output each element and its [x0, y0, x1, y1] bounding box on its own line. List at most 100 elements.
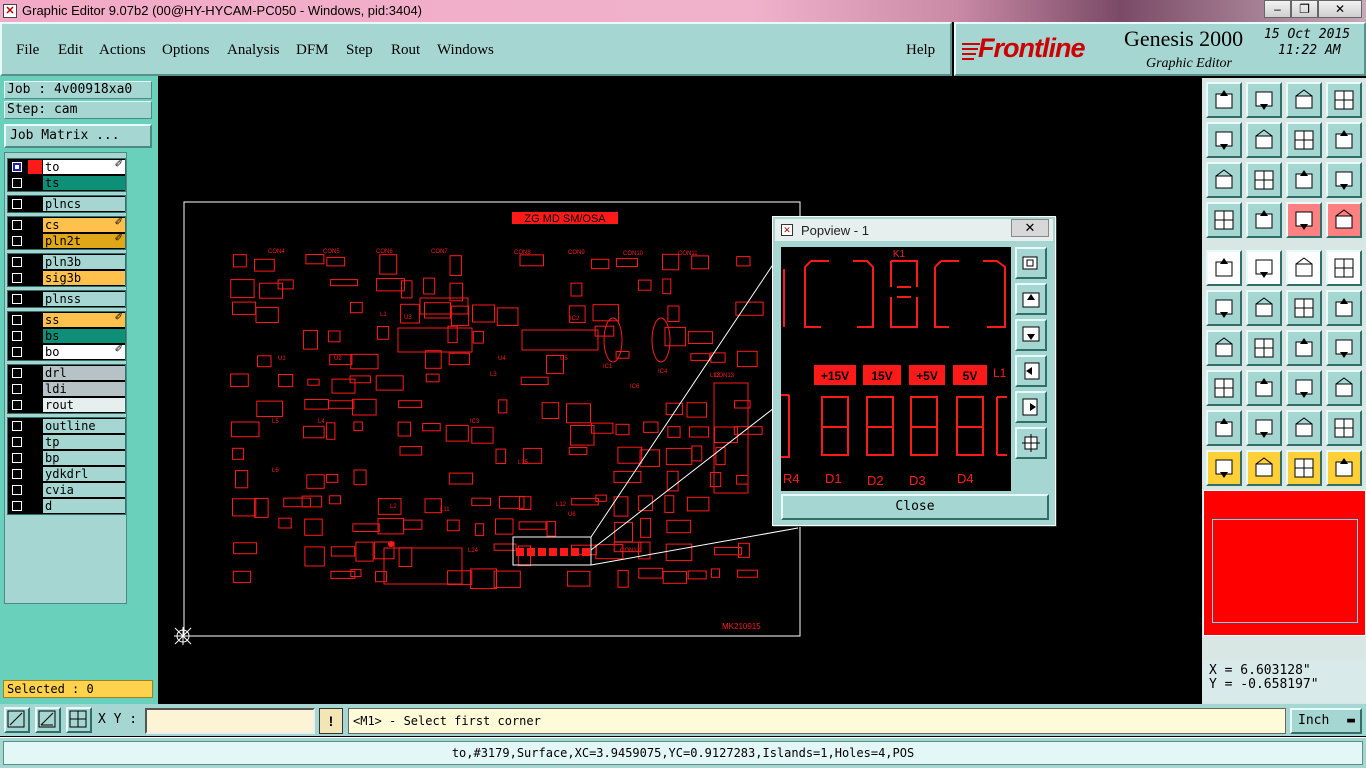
angle-mode-button[interactable]	[35, 707, 61, 733]
layer-checkbox[interactable]	[12, 485, 22, 495]
probe-button[interactable]	[1246, 202, 1282, 238]
layer-name[interactable]: ss	[43, 313, 125, 327]
menu-windows[interactable]: Windows	[437, 42, 494, 59]
a-button[interactable]	[1286, 410, 1322, 446]
layer-row-sig3b[interactable]: sig3b	[8, 270, 126, 286]
menu-analysis[interactable]: Analysis	[227, 42, 280, 59]
popview-titlebar[interactable]: ✕ Popview - 1 ✕	[775, 219, 1053, 241]
layer-checkbox[interactable]	[12, 257, 22, 267]
layer-name[interactable]: cvia	[43, 483, 125, 497]
layer-name[interactable]: ldi	[43, 382, 125, 396]
layer-name[interactable]: drl	[43, 366, 125, 380]
snap-mode-button[interactable]	[4, 707, 30, 733]
layer-name[interactable]: bs	[43, 329, 125, 343]
ruler-button[interactable]	[1286, 250, 1322, 286]
layer-name[interactable]: sig3b	[43, 271, 125, 285]
layer-name[interactable]: outline	[43, 419, 125, 433]
popview-pan-right-button[interactable]	[1015, 391, 1047, 423]
menu-step[interactable]: Step	[346, 42, 373, 59]
layer-checkbox[interactable]	[12, 501, 22, 511]
layer-name[interactable]: plncs	[43, 197, 125, 211]
group-button[interactable]	[1326, 370, 1362, 406]
layer-row-bo[interactable]: bo ✐	[8, 344, 126, 360]
layer-name[interactable]: pln2t	[43, 234, 125, 248]
layer-row-ydkdrl[interactable]: ydkdrl	[8, 466, 126, 482]
layer-row-outline[interactable]: outline	[8, 418, 126, 434]
connect-button[interactable]	[1206, 290, 1242, 326]
job-matrix-button[interactable]: Job Matrix ...	[4, 124, 152, 148]
redo-zoom-button[interactable]	[1326, 122, 1362, 158]
select2-button[interactable]	[1246, 450, 1282, 486]
popview-pan-up-button[interactable]	[1015, 283, 1047, 315]
a-cross-button[interactable]	[1326, 410, 1362, 446]
maximize-button[interactable]: ❐	[1291, 0, 1318, 18]
layer-name[interactable]: plnss	[43, 292, 125, 306]
layer-checkbox[interactable]	[12, 453, 22, 463]
layer-row-rout[interactable]: rout	[8, 397, 126, 413]
menu-help[interactable]: Help	[906, 42, 935, 59]
line-button[interactable]	[1206, 330, 1242, 366]
layer-checkbox[interactable]	[12, 162, 22, 172]
layer-row-tp[interactable]: tp	[8, 434, 126, 450]
camera-button[interactable]	[1206, 250, 1242, 286]
zoom-fit-button[interactable]	[1206, 162, 1242, 198]
undo-zoom-button[interactable]	[1286, 122, 1322, 158]
popview-viewport[interactable]: +15V 15V +5V 5V K1 L1 R4 D1 D2 D3 D4	[781, 247, 1011, 491]
layer-checkbox[interactable]	[12, 294, 22, 304]
fit-button[interactable]	[1206, 82, 1242, 118]
layer-row-bs[interactable]: bs	[8, 328, 126, 344]
exclamation-button[interactable]: !	[319, 708, 343, 734]
layer-name[interactable]: tp	[43, 435, 125, 449]
scale-1-2-button[interactable]	[1286, 162, 1322, 198]
layer-checkbox[interactable]	[12, 236, 22, 246]
popview-close-x-button[interactable]: ✕	[1011, 219, 1049, 237]
menu-options[interactable]: Options	[162, 42, 210, 59]
dot-button[interactable]	[1326, 250, 1362, 286]
menu-dfm[interactable]: DFM	[296, 42, 329, 59]
menu-rout[interactable]: Rout	[391, 42, 420, 59]
layer-row-ss[interactable]: ss ✐	[8, 312, 126, 328]
layer-checkbox[interactable]	[12, 178, 22, 188]
grid-button[interactable]	[1286, 370, 1322, 406]
layer-row-ldi[interactable]: ldi	[8, 381, 126, 397]
home-button[interactable]	[1286, 82, 1322, 118]
layer-row-plnss[interactable]: plnss	[8, 291, 126, 307]
triangle-button[interactable]	[1206, 410, 1242, 446]
line-red-button[interactable]	[1246, 330, 1282, 366]
close-window-button[interactable]: ✕	[1318, 0, 1362, 18]
menu-actions[interactable]: Actions	[99, 42, 146, 59]
layer-name[interactable]: bp	[43, 451, 125, 465]
menu-edit[interactable]: Edit	[58, 42, 83, 59]
triangle-up-button[interactable]	[1246, 410, 1282, 446]
layer-checkbox[interactable]	[12, 437, 22, 447]
layer-row-cvia[interactable]: cvia	[8, 482, 126, 498]
popview-pan-down-button[interactable]	[1015, 319, 1047, 351]
route-button[interactable]	[1326, 450, 1362, 486]
arrow-button[interactable]	[1326, 290, 1362, 326]
minimap[interactable]	[1203, 490, 1366, 636]
layer-row-cs[interactable]: cs ✐	[8, 217, 126, 233]
layer-display-color[interactable]	[28, 160, 42, 174]
help-button[interactable]	[1326, 162, 1362, 198]
layer-row-plncs[interactable]: plncs	[8, 196, 126, 212]
layer-row-pln2t[interactable]: pln2t ✐	[8, 233, 126, 249]
layer-checkbox[interactable]	[12, 421, 22, 431]
popview-zoom-in-button[interactable]	[1015, 427, 1047, 459]
cross-button[interactable]	[1326, 330, 1362, 366]
zoom-home-button[interactable]	[1246, 82, 1282, 118]
xy-input[interactable]	[145, 708, 315, 734]
layer-checkbox[interactable]	[12, 220, 22, 230]
minimize-button[interactable]: –	[1264, 0, 1291, 18]
layer-checkbox[interactable]	[12, 400, 22, 410]
tools-button[interactable]	[1206, 202, 1242, 238]
grid-mode-button[interactable]	[66, 707, 92, 733]
zoom-center-button[interactable]	[1246, 162, 1282, 198]
popview-zoom-window-button[interactable]	[1015, 247, 1047, 279]
layer-name[interactable]: pln3b	[43, 255, 125, 269]
layer-name[interactable]: bo	[43, 345, 125, 359]
layer-name[interactable]: to	[43, 160, 125, 174]
layer-row-drl[interactable]: drl	[8, 365, 126, 381]
minus-button[interactable]	[1246, 370, 1282, 406]
layer-checkbox[interactable]	[12, 469, 22, 479]
netlist-button[interactable]	[1286, 202, 1322, 238]
